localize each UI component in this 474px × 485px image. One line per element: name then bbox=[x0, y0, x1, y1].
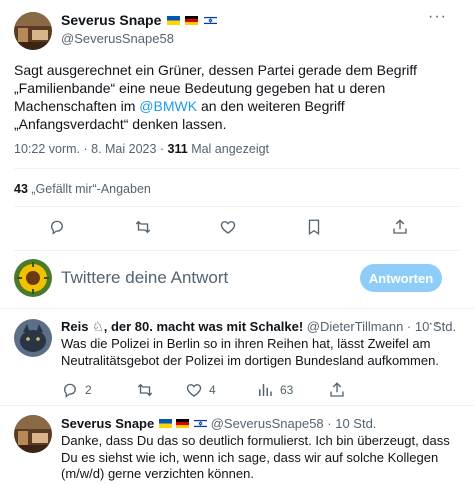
views-label: Mal angezeigt bbox=[187, 142, 270, 156]
likes-label: „Gefällt mir“-Angaben bbox=[27, 182, 151, 196]
reply-button[interactable] bbox=[48, 218, 66, 236]
author-avatar[interactable] bbox=[14, 12, 52, 50]
reply-header: Reis ♘, der 80. macht was mit Schalke! @… bbox=[61, 319, 461, 335]
author-name-row: Severus Snape bbox=[61, 12, 217, 30]
retweet-icon bbox=[135, 220, 151, 234]
reply-text: Danke, dass Du das so deutlich formulier… bbox=[61, 433, 450, 481]
ukraine-flag-icon bbox=[158, 419, 172, 428]
mention-link[interactable]: @BMWK bbox=[139, 98, 197, 114]
main-tweet: Severus Snape @SeverusSnape58 ··· Sagt a… bbox=[0, 0, 474, 256]
share-button[interactable] bbox=[391, 218, 409, 236]
views-icon bbox=[259, 384, 272, 396]
divider bbox=[14, 168, 460, 169]
germany-flag-icon bbox=[176, 419, 190, 428]
reply-author-name[interactable]: Reis ♘, der 80. macht was mit Schalke! bbox=[61, 319, 303, 334]
reply-count: 2 bbox=[85, 383, 92, 397]
reply-submit-button[interactable]: Antworten bbox=[360, 264, 442, 292]
reply-author-handle[interactable]: @DieterTillmann bbox=[307, 319, 404, 334]
like-count: 4 bbox=[209, 383, 216, 397]
share-icon bbox=[330, 382, 344, 397]
tweet-text: Sagt ausgerechnet ein Grüner, dessen Par… bbox=[14, 62, 417, 132]
reply-header: Severus Snape @SeverusSnape58 · 10 Std. bbox=[61, 416, 461, 431]
like-icon bbox=[220, 221, 236, 234]
share-icon bbox=[393, 219, 407, 234]
reply-input[interactable]: Twittere deine Antwort bbox=[61, 268, 228, 288]
retweet-button[interactable] bbox=[134, 218, 152, 236]
tweet-meta: 10:22 vorm. · 8. Mai 2023 · 311 Mal ange… bbox=[14, 142, 269, 156]
divider bbox=[14, 206, 460, 207]
reply-author-avatar[interactable] bbox=[14, 415, 52, 453]
reply-icon bbox=[64, 383, 76, 398]
reply-author-name[interactable]: Severus Snape bbox=[61, 416, 154, 431]
views-button[interactable]: 63 bbox=[256, 381, 293, 399]
like-icon bbox=[186, 384, 202, 397]
israel-flag-icon bbox=[203, 16, 217, 25]
reply-text: Was die Polizei in Berlin so in ihren Re… bbox=[61, 336, 439, 368]
views-count: 311 bbox=[167, 142, 188, 156]
reply-icon bbox=[51, 220, 63, 235]
author-name[interactable]: Severus Snape bbox=[61, 12, 161, 28]
israel-flag-icon bbox=[194, 419, 208, 428]
bookmark-icon bbox=[308, 219, 320, 236]
reply-time[interactable]: · 10 Std. bbox=[324, 416, 376, 431]
more-icon[interactable]: ··· bbox=[428, 8, 447, 26]
share-button[interactable] bbox=[328, 381, 346, 399]
likes-count: 43 bbox=[14, 182, 28, 196]
germany-flag-icon bbox=[185, 16, 199, 25]
reply-author-handle[interactable]: @SeverusSnape58 bbox=[211, 416, 324, 431]
like-button[interactable]: 4 bbox=[185, 381, 216, 399]
retweet-icon bbox=[137, 383, 153, 397]
author-handle[interactable]: @SeverusSnape58 bbox=[61, 31, 174, 46]
likes-summary[interactable]: 43 „Gefällt mir“-Angaben bbox=[14, 182, 151, 196]
bookmark-button[interactable] bbox=[305, 218, 323, 236]
reply-author-avatar[interactable] bbox=[14, 319, 52, 357]
reply-tweet[interactable]: Severus Snape @SeverusSnape58 · 10 Std. … bbox=[0, 406, 474, 485]
view-count: 63 bbox=[280, 383, 294, 397]
more-icon[interactable]: ··· bbox=[428, 315, 447, 333]
user-avatar[interactable] bbox=[14, 259, 52, 297]
reply-button[interactable]: 2 bbox=[61, 381, 92, 399]
like-button[interactable] bbox=[219, 218, 237, 236]
reply-tweet[interactable]: Reis ♘, der 80. macht was mit Schalke! @… bbox=[0, 309, 474, 405]
reply-composer: Twittere deine Antwort Antworten bbox=[0, 250, 474, 306]
ukraine-flag-icon bbox=[166, 16, 180, 25]
retweet-button[interactable] bbox=[136, 381, 160, 399]
tweet-time[interactable]: 10:22 vorm. · 8. Mai 2023 · bbox=[14, 142, 168, 156]
